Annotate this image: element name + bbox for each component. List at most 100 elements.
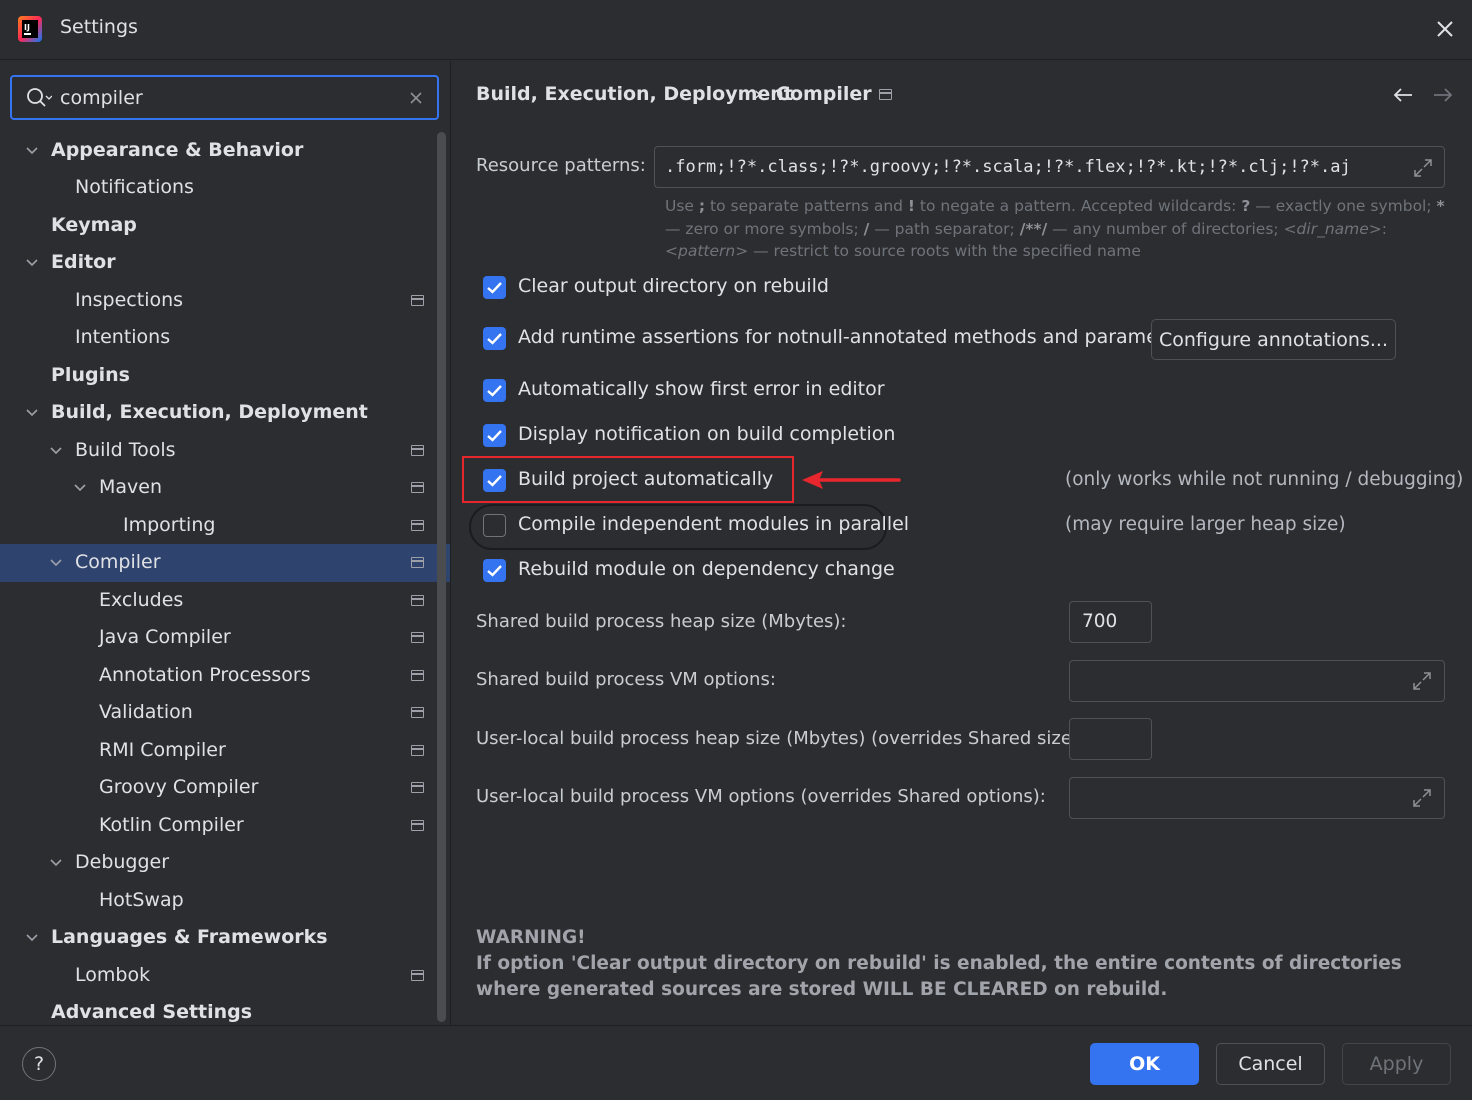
tree-item-debugger[interactable]: Debugger <box>0 844 450 882</box>
parallel-modules-label[interactable]: Compile independent modules in parallel <box>518 513 909 535</box>
dialog-footer: ? OK Cancel Apply <box>0 1025 1472 1100</box>
project-level-icon <box>411 595 424 606</box>
resource-patterns-field[interactable]: .form;!?*.class;!?*.groovy;!?*.scala;!?*… <box>654 146 1445 188</box>
arrow-left-icon[interactable] <box>1391 85 1415 105</box>
project-level-icon <box>411 482 424 493</box>
tree-label: Debugger <box>75 851 170 873</box>
checkmark-icon <box>487 565 502 577</box>
tree-item-notifications[interactable]: Notifications <box>0 169 450 207</box>
shared-vm-field[interactable] <box>1069 660 1445 702</box>
ok-button[interactable]: OK <box>1090 1043 1199 1085</box>
tree-item-compiler[interactable]: Compiler <box>0 544 450 582</box>
shared-heap-field[interactable]: 700 <box>1069 601 1152 643</box>
local-vm-field[interactable] <box>1069 777 1445 819</box>
tree-item-kotlin-compiler[interactable]: Kotlin Compiler <box>0 807 450 845</box>
chevron-down-icon[interactable] <box>25 256 39 270</box>
rebuild-module-label[interactable]: Rebuild module on dependency change <box>518 558 895 580</box>
tree-label: Inspections <box>75 289 184 311</box>
resource-patterns-label: Resource patterns: <box>476 155 646 176</box>
clear-output-checkbox[interactable] <box>483 276 506 299</box>
chevron-down-icon[interactable] <box>49 444 63 458</box>
tree-item-appearance-behavior[interactable]: Appearance & Behavior <box>0 132 450 170</box>
configure-annotations-button[interactable]: Configure annotations... <box>1151 319 1396 360</box>
checkmark-icon <box>487 475 502 487</box>
project-level-icon <box>411 520 424 531</box>
tree-item-languages-frameworks[interactable]: Languages & Frameworks <box>0 919 450 957</box>
project-level-icon <box>411 632 424 643</box>
build-notification-label[interactable]: Display notification on build completion <box>518 423 895 445</box>
hint-text: — restrict to source roots with the spec… <box>748 242 1141 260</box>
expand-icon[interactable] <box>1412 157 1434 179</box>
tree-label: RMI Compiler <box>99 739 226 761</box>
build-notification-checkbox[interactable] <box>483 424 506 447</box>
tree-item-lombok[interactable]: Lombok <box>0 957 450 995</box>
search-input[interactable] <box>60 84 390 112</box>
tree-item-validation[interactable]: Validation <box>0 694 450 732</box>
breadcrumb-separator: › <box>754 83 762 105</box>
show-first-error-checkbox[interactable] <box>483 379 506 402</box>
search-box[interactable] <box>10 75 439 120</box>
tree-item-intentions[interactable]: Intentions <box>0 319 450 357</box>
local-heap-field[interactable] <box>1069 718 1152 760</box>
clear-icon[interactable] <box>407 89 425 107</box>
runtime-assertions-label[interactable]: Add runtime assertions for notnull-annot… <box>518 326 1195 348</box>
tree-item-java-compiler[interactable]: Java Compiler <box>0 619 450 657</box>
tree-item-importing[interactable]: Importing <box>0 507 450 545</box>
tree-label: Notifications <box>75 176 194 198</box>
tree-item-build-tools[interactable]: Build Tools <box>0 432 450 470</box>
arrow-right-icon[interactable] <box>1431 85 1455 105</box>
tree-item-inspections[interactable]: Inspections <box>0 282 450 320</box>
clear-output-label[interactable]: Clear output directory on rebuild <box>518 275 829 297</box>
chevron-down-icon[interactable] <box>25 144 39 158</box>
build-automatically-note: (only works while not running / debuggin… <box>1065 469 1464 490</box>
project-level-icon <box>879 89 892 100</box>
help-button[interactable]: ? <box>22 1047 56 1081</box>
tree-item-plugins[interactable]: Plugins <box>0 357 450 395</box>
tree-label: Build Tools <box>75 439 176 461</box>
tree-item-maven[interactable]: Maven <box>0 469 450 507</box>
hint-placeholder: <pattern> <box>665 242 749 260</box>
tree-item-hotswap[interactable]: HotSwap <box>0 882 450 920</box>
tree-label: Kotlin Compiler <box>99 814 244 836</box>
breadcrumb-parent[interactable]: Build, Execution, Deployment <box>476 83 793 105</box>
close-icon[interactable] <box>1432 16 1458 42</box>
sidebar-scrollbar[interactable] <box>437 132 446 1022</box>
tree-item-build-execution-deployment[interactable]: Build, Execution, Deployment <box>0 394 450 432</box>
tree-item-excludes[interactable]: Excludes <box>0 582 450 620</box>
hint-text: Use <box>665 197 699 215</box>
expand-icon[interactable] <box>1411 670 1433 692</box>
tree-label: Advanced Settings <box>51 1001 253 1023</box>
intellij-idea-icon: IJ <box>18 16 42 42</box>
tree-item-rmi-compiler[interactable]: RMI Compiler <box>0 732 450 770</box>
build-automatically-checkbox[interactable] <box>483 469 506 492</box>
tree-item-annotation-processors[interactable]: Annotation Processors <box>0 657 450 695</box>
warning-text: If option 'Clear output directory on reb… <box>476 953 1402 1000</box>
chevron-down-icon[interactable] <box>49 556 63 570</box>
hint-text: — zero or more symbols; <box>665 219 864 238</box>
tree-label: Build, Execution, Deployment <box>51 401 368 423</box>
chevron-down-icon[interactable] <box>49 856 63 870</box>
tree-item-editor[interactable]: Editor <box>0 244 450 282</box>
expand-icon[interactable] <box>1411 787 1433 809</box>
parallel-modules-checkbox[interactable] <box>483 514 506 537</box>
hint-text: : <box>1381 219 1387 238</box>
chevron-down-icon[interactable] <box>25 406 39 420</box>
checkmark-icon <box>487 333 502 345</box>
chevron-down-icon[interactable] <box>73 481 87 495</box>
build-automatically-label[interactable]: Build project automatically <box>518 468 773 490</box>
apply-button[interactable]: Apply <box>1342 1043 1451 1085</box>
runtime-assertions-checkbox[interactable] <box>483 327 506 350</box>
search-icon[interactable] <box>26 87 52 109</box>
show-first-error-label[interactable]: Automatically show first error in editor <box>518 378 885 400</box>
shared-heap-label: Shared build process heap size (Mbytes): <box>476 611 847 632</box>
compiler-settings-panel: Resource patterns: .form;!?*.class;!?*.g… <box>451 125 1472 1025</box>
tree-item-groovy-compiler[interactable]: Groovy Compiler <box>0 769 450 807</box>
tree-item-keymap[interactable]: Keymap <box>0 207 450 245</box>
cancel-button[interactable]: Cancel <box>1216 1043 1325 1085</box>
hint-text: to negate a pattern. Accepted wildcards: <box>915 197 1242 215</box>
hint-symbol: /**/ <box>1019 219 1048 238</box>
tree-label: Keymap <box>51 214 137 236</box>
project-level-icon <box>411 970 424 981</box>
rebuild-module-checkbox[interactable] <box>483 559 506 582</box>
chevron-down-icon[interactable] <box>25 931 39 945</box>
